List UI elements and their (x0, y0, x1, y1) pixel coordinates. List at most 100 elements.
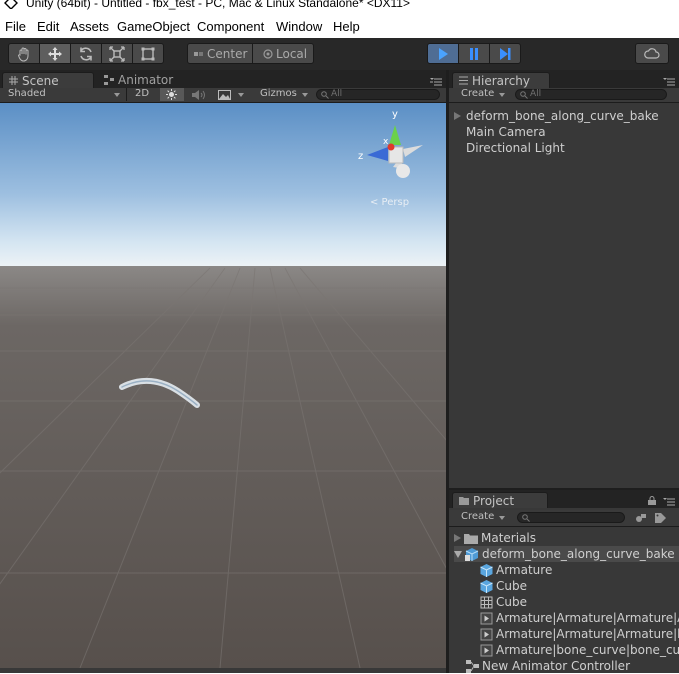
gizmo-y-label: y (392, 109, 398, 120)
2d-toggle-label: 2D (134, 88, 150, 99)
gizmos-chevron-icon (302, 93, 308, 97)
2d-toggle[interactable]: 2D (126, 88, 157, 101)
project-item-label: Armature|Armature|Armature|A (496, 611, 679, 625)
project-item-armature[interactable]: Armature (480, 562, 552, 578)
project-panel-menu-icon[interactable] (663, 496, 675, 506)
hierarchy-search-placeholder: All (530, 89, 542, 99)
project-panel: Project Create Materials deform_bone_alo… (449, 490, 679, 673)
project-item-materials[interactable]: Materials (454, 530, 536, 546)
menu-help[interactable]: Help (333, 19, 360, 34)
rect-tool-button[interactable] (132, 43, 164, 64)
expand-arrow-icon[interactable] (454, 534, 461, 542)
gizmos-dropdown[interactable]: Gizmos (260, 88, 297, 99)
main-toolbar: Center Local (0, 38, 679, 70)
search-icon (522, 514, 530, 522)
project-item-label: Armature (496, 563, 553, 577)
vertical-splitter[interactable] (446, 70, 449, 673)
scene-tab-bar: Scene Animator (0, 70, 447, 88)
menu-assets[interactable]: Assets (70, 19, 109, 34)
project-item-clip[interactable]: Armature|bone_curve|bone_cu (480, 642, 679, 658)
scale-tool-button[interactable] (101, 43, 133, 64)
menu-edit[interactable]: Edit (37, 19, 59, 34)
project-item-model[interactable]: deform_bone_along_curve_bake (454, 546, 679, 562)
project-item-animator-controller[interactable]: New Animator Controller (466, 658, 630, 674)
folder-icon (459, 497, 469, 505)
project-search-input[interactable] (517, 512, 625, 523)
hierarchy-item[interactable]: deform_bone_along_curve_bake (454, 108, 659, 124)
create-chevron-icon (499, 516, 505, 520)
hierarchy-create-dropdown[interactable]: Create (461, 88, 494, 99)
move-tool-button[interactable] (39, 43, 71, 64)
menu-file[interactable]: File (5, 19, 26, 34)
draw-mode-dropdown[interactable]: Shaded (8, 88, 46, 99)
hierarchy-search-input[interactable]: All (515, 89, 667, 100)
project-item-label: Materials (481, 531, 537, 545)
tab-scene[interactable]: Scene (2, 72, 94, 88)
tab-project-label: Project (473, 493, 515, 508)
persp-label[interactable]: < Persp (370, 197, 409, 208)
pause-button[interactable] (458, 43, 490, 64)
project-item-label: Armature|bone_curve|bone_cu (496, 643, 679, 657)
hierarchy-panel-menu-icon[interactable] (663, 76, 675, 86)
animation-clip-icon (480, 628, 493, 640)
animator-controller-icon (466, 659, 479, 673)
pivot-local-label: Local (276, 46, 308, 61)
cloud-services-button[interactable] (635, 43, 669, 64)
sun-icon (166, 89, 177, 100)
collapse-arrow-icon[interactable] (454, 550, 462, 558)
tab-animator-label: Animator (118, 73, 174, 87)
menu-gameobject[interactable]: GameObject (117, 19, 190, 34)
pivot-center-button[interactable]: Center (187, 43, 253, 64)
tab-project[interactable]: Project (452, 492, 548, 508)
play-button[interactable] (427, 43, 459, 64)
rotate-tool-button[interactable] (70, 43, 102, 64)
hierarchy-item[interactable]: Main Camera (466, 124, 546, 140)
lock-icon[interactable] (648, 496, 656, 505)
hierarchy-subtoolbar: Create All (449, 88, 679, 103)
tab-hierarchy[interactable]: Hierarchy (452, 72, 550, 88)
filter-by-type-icon[interactable] (635, 513, 647, 523)
filter-by-label-icon[interactable] (655, 513, 666, 523)
project-item-cube-mesh[interactable]: Cube (480, 594, 527, 610)
create-chevron-icon (499, 93, 505, 97)
lighting-toggle[interactable] (160, 88, 184, 101)
pivot-local-button[interactable]: Local (252, 43, 314, 64)
scene-search-input[interactable]: All (316, 89, 440, 100)
pivot-icon (194, 51, 203, 56)
model-icon (465, 547, 479, 561)
cloud-icon (644, 47, 660, 59)
gizmo-x-label: x (383, 137, 389, 147)
step-icon (500, 47, 511, 60)
project-create-dropdown[interactable]: Create (461, 511, 494, 522)
orientation-gizmo[interactable] (355, 111, 427, 186)
effects-chevron-icon[interactable] (238, 93, 244, 97)
menu-window[interactable]: Window (276, 19, 322, 34)
folder-icon (464, 533, 478, 544)
expand-arrow-icon[interactable] (454, 112, 461, 120)
scene-subtoolbar: Shaded 2D Gizmos All (0, 88, 447, 103)
tab-animator[interactable]: Animator (98, 72, 188, 88)
step-button[interactable] (489, 43, 521, 64)
hand-tool-button[interactable] (8, 43, 40, 64)
cube-icon (480, 563, 493, 577)
scene-viewport[interactable]: y x z < Persp (0, 103, 446, 668)
animation-clip-icon (480, 612, 493, 624)
window-title-bar: Unity (64bit) - Untitled - fbx_test - PC… (0, 0, 679, 14)
rect-tool-icon (141, 47, 155, 60)
cube-icon (480, 579, 493, 593)
hierarchy-item[interactable]: Directional Light (466, 140, 565, 156)
grid-hash-icon (9, 76, 18, 85)
project-item-label: Cube (496, 579, 527, 593)
project-item-clip[interactable]: Armature|Armature|Armature|b (480, 626, 679, 642)
local-globe-icon (263, 48, 273, 59)
audio-toggle-icon[interactable] (191, 90, 207, 100)
effects-image-icon[interactable] (218, 90, 231, 100)
scene-panel-menu-icon[interactable] (430, 76, 442, 86)
project-item-clip[interactable]: Armature|Armature|Armature|A (480, 610, 679, 626)
menu-component[interactable]: Component (197, 19, 264, 34)
project-item-cube[interactable]: Cube (480, 578, 527, 594)
hierarchy-tab-bar: Hierarchy (449, 70, 679, 88)
horizontal-splitter[interactable] (449, 488, 679, 490)
project-item-label: Cube (496, 595, 527, 609)
hierarchy-panel: Hierarchy Create All deform_bone_along_c… (449, 70, 679, 488)
